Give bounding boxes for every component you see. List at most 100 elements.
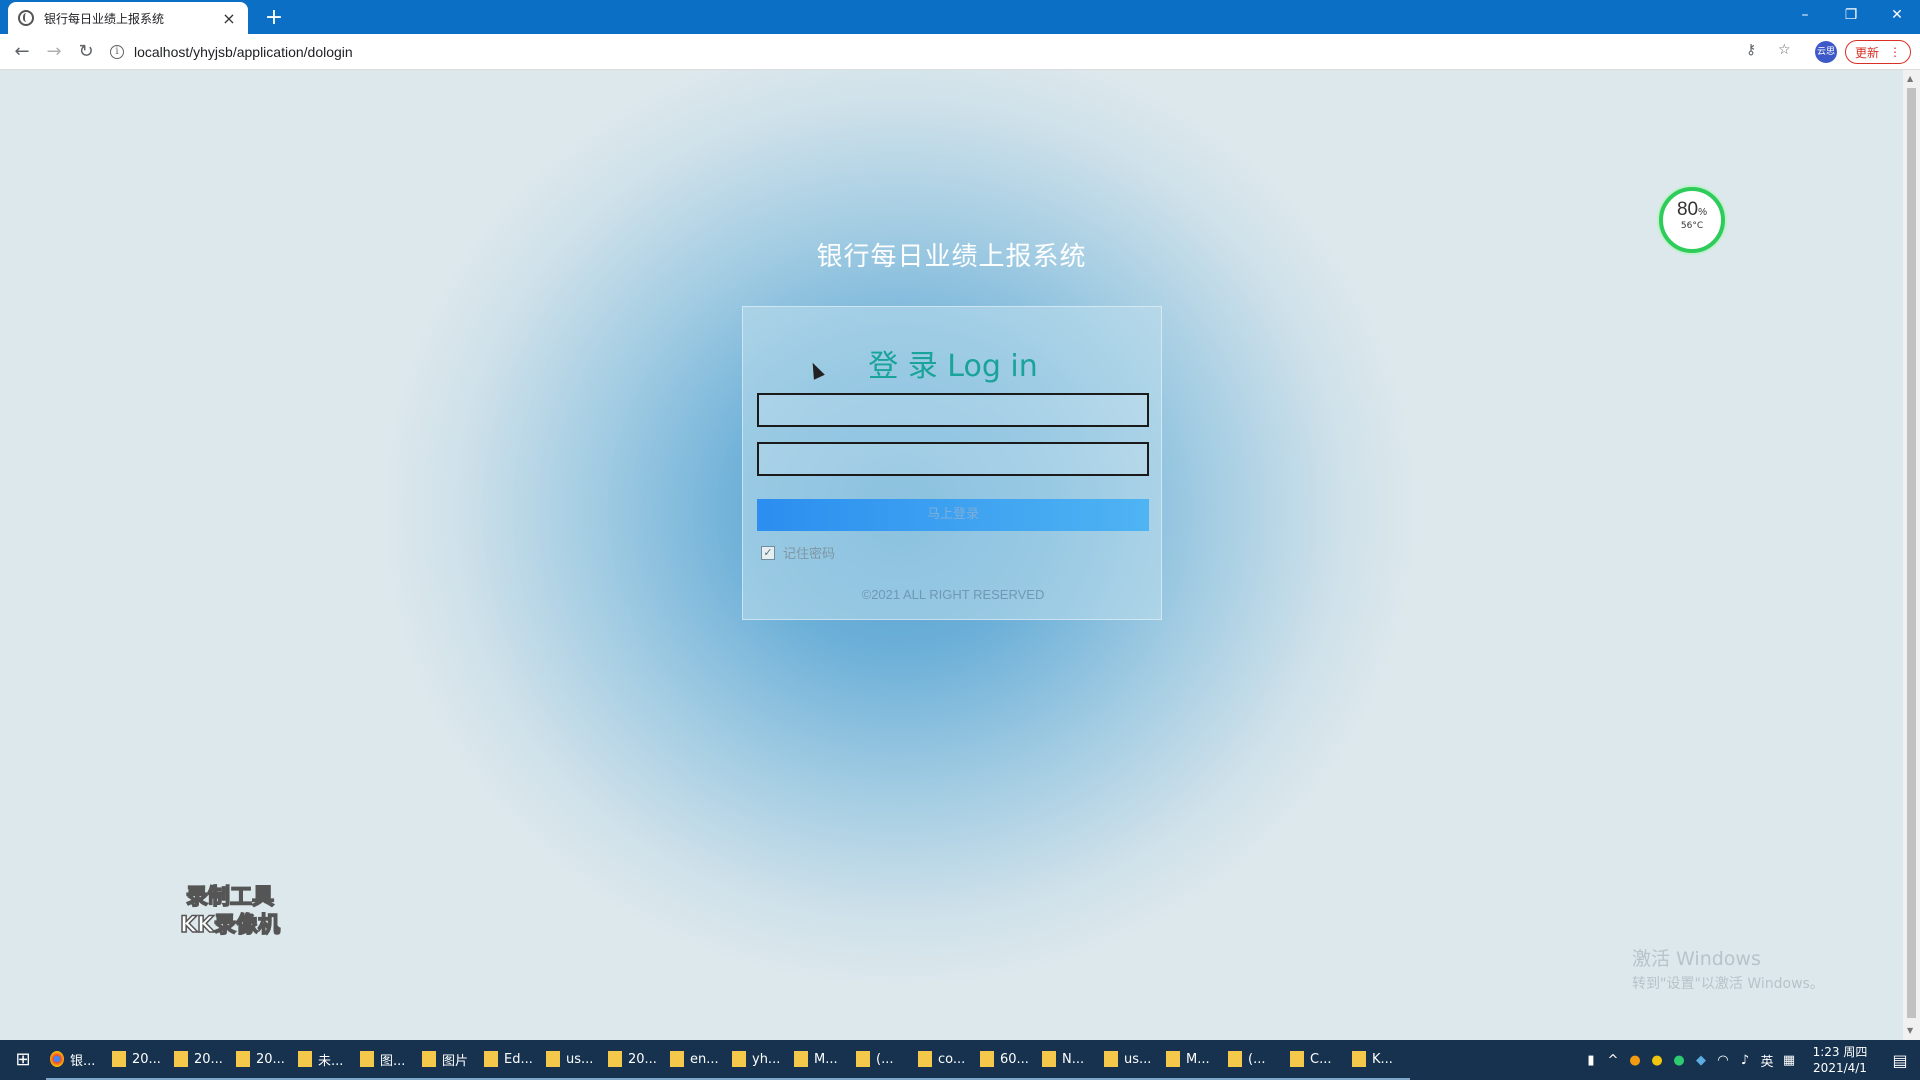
taskbar-item-label: us... <box>1124 1051 1152 1067</box>
taskbar-item[interactable]: 20... <box>232 1040 294 1080</box>
system-clock[interactable]: 1:23 周四 2021/4/1 <box>1800 1044 1880 1076</box>
remember-label: 记住密码 <box>783 547 836 562</box>
taskbar-item[interactable]: K... <box>1348 1040 1410 1080</box>
login-panel: 登 录 Log in 马上登录 ✓ 记住密码 ©2021 ALL RIGHT R… <box>742 306 1162 620</box>
taskbar-item[interactable]: C... <box>1286 1040 1348 1080</box>
minimize-button[interactable]: – <box>1782 0 1828 30</box>
new-tab-button[interactable]: + <box>260 4 288 32</box>
menu-dots-icon: ⋮ <box>1889 45 1901 59</box>
globe-icon <box>18 10 34 26</box>
info-icon[interactable]: i <box>110 45 124 59</box>
taskbar-item[interactable]: 20... <box>604 1040 666 1080</box>
password-input[interactable] <box>757 442 1149 476</box>
remember-password[interactable]: ✓ 记住密码 <box>761 543 835 562</box>
taskbar-item[interactable]: 图片 <box>418 1040 480 1080</box>
update-label: 更新 <box>1854 45 1879 60</box>
page-scrollbar[interactable]: ▲ ▼ <box>1903 70 1920 1040</box>
taskbar-item[interactable]: M... <box>1162 1040 1224 1080</box>
volume-icon[interactable]: ♪ <box>1734 1053 1756 1068</box>
taskbar-item-label: 未... <box>318 1053 344 1069</box>
cpu-monitor-widget[interactable]: 80% 56°C <box>1659 187 1725 253</box>
ime-indicator[interactable]: 英 <box>1756 1051 1778 1070</box>
browser-tab[interactable]: 银行每日业绩上报系统 × <box>8 2 248 34</box>
network-icon[interactable]: ◠ <box>1712 1053 1734 1068</box>
scroll-down-icon[interactable]: ▼ <box>1907 1026 1913 1035</box>
close-window-button[interactable]: ✕ <box>1874 0 1920 30</box>
taskbar-item-label: N... <box>1062 1051 1085 1067</box>
taskbar-item[interactable]: 未... <box>294 1040 356 1080</box>
close-tab-icon[interactable]: × <box>220 9 238 28</box>
taskbar-item-label: K... <box>1372 1051 1393 1067</box>
folder-icon <box>670 1051 684 1067</box>
taskbar-item-label: M... <box>814 1051 838 1067</box>
taskbar-item-label: en... <box>690 1051 719 1067</box>
remember-checkbox[interactable]: ✓ <box>761 545 775 560</box>
cpu-percent-value: 80 <box>1676 199 1699 220</box>
login-button[interactable]: 马上登录 <box>757 499 1149 531</box>
windows-start-icon[interactable]: ⊞ <box>0 1040 46 1080</box>
taskbar-item-label: co... <box>938 1051 966 1067</box>
taskbar-item-label: 20... <box>256 1051 285 1067</box>
scroll-up-icon[interactable]: ▲ <box>1907 74 1913 83</box>
reload-icon[interactable]: ↻ <box>72 38 100 66</box>
taskbar-item[interactable]: 图... <box>356 1040 418 1080</box>
taskbar-item-label: (... <box>876 1051 894 1067</box>
taskbar-item[interactable]: 60... <box>976 1040 1038 1080</box>
tab-title: 银行每日业绩上报系统 <box>44 11 165 26</box>
cpu-temperature: 56°C <box>1680 221 1704 231</box>
taskbar-item[interactable]: Ed... <box>480 1040 542 1080</box>
browser-titlebar: 银行每日业绩上报系统 × + – ❐ ✕ <box>0 0 1920 34</box>
folder-icon <box>856 1051 870 1067</box>
restore-button[interactable]: ❐ <box>1828 0 1874 30</box>
address-bar[interactable]: i localhost/yhyjsb/application/dologin <box>110 38 1750 66</box>
login-heading: 登 录 Log in <box>868 349 1038 384</box>
taskbar-item[interactable]: N... <box>1038 1040 1100 1080</box>
taskbar-item[interactable]: 银... <box>46 1040 108 1080</box>
profile-avatar[interactable]: 云思 <box>1815 41 1837 63</box>
taskbar-item-label: 图... <box>380 1053 406 1069</box>
folder-icon <box>112 1051 126 1067</box>
taskbar-apps: 银... 20... 20... 20... 未... 图... 图片 Ed... us... 2… <box>46 1040 1410 1080</box>
forward-arrow-icon[interactable]: → <box>40 38 68 66</box>
back-arrow-icon[interactable]: ← <box>8 38 36 66</box>
taskbar-item-label: 图片 <box>442 1053 469 1069</box>
taskbar-item[interactable]: 20... <box>170 1040 232 1080</box>
clock-date: 2021/4/1 <box>1813 1061 1867 1075</box>
recorder-watermark: 录制工具 KK录像机 <box>160 884 300 940</box>
chevron-up-icon[interactable]: ^ <box>1602 1053 1624 1068</box>
taskbar-item[interactable]: en... <box>666 1040 728 1080</box>
scroll-thumb[interactable] <box>1907 88 1916 1018</box>
notification-icon[interactable]: ▤ <box>1880 1051 1920 1070</box>
app-tray-icon[interactable]: ● <box>1624 1053 1646 1068</box>
folder-icon <box>794 1051 808 1067</box>
activate-windows-notice: 激活 Windows 转到"设置"以激活 Windows。 <box>1632 944 1824 993</box>
taskbar-item[interactable]: co... <box>914 1040 976 1080</box>
folder-icon <box>1228 1051 1242 1067</box>
taskbar-item-label: 60... <box>1000 1051 1029 1067</box>
star-icon[interactable]: ☆ <box>1778 42 1791 58</box>
taskbar-item[interactable]: 20... <box>108 1040 170 1080</box>
keyboard-icon[interactable]: ▦ <box>1778 1053 1800 1068</box>
taskbar-item-label: yh... <box>752 1051 781 1067</box>
battery-icon[interactable]: ▮ <box>1580 1053 1602 1068</box>
folder-icon <box>1104 1051 1118 1067</box>
app-tray-icon[interactable]: ● <box>1646 1053 1668 1068</box>
taskbar-item-label: 20... <box>194 1051 223 1067</box>
update-button[interactable]: 更新 ⋮ <box>1845 40 1911 64</box>
taskbar-item-label: Ed... <box>504 1051 533 1067</box>
app-tray-icon[interactable]: ● <box>1668 1053 1690 1068</box>
folder-icon <box>1290 1051 1304 1067</box>
taskbar-item[interactable]: M... <box>790 1040 852 1080</box>
username-input[interactable] <box>757 393 1149 427</box>
url-text[interactable]: localhost/yhyjsb/application/dologin <box>134 44 353 60</box>
taskbar-item[interactable]: us... <box>1100 1040 1162 1080</box>
key-icon[interactable]: ⚷ <box>1746 42 1756 58</box>
folder-icon <box>918 1051 932 1067</box>
taskbar-item[interactable]: (... <box>1224 1040 1286 1080</box>
browser-toolbar: ← → ↻ i localhost/yhyjsb/application/dol… <box>0 34 1920 70</box>
taskbar-item[interactable]: (... <box>852 1040 914 1080</box>
shield-icon[interactable]: ◆ <box>1690 1053 1712 1068</box>
taskbar-item[interactable]: yh... <box>728 1040 790 1080</box>
taskbar-item[interactable]: us... <box>542 1040 604 1080</box>
chrome-icon <box>50 1051 64 1067</box>
